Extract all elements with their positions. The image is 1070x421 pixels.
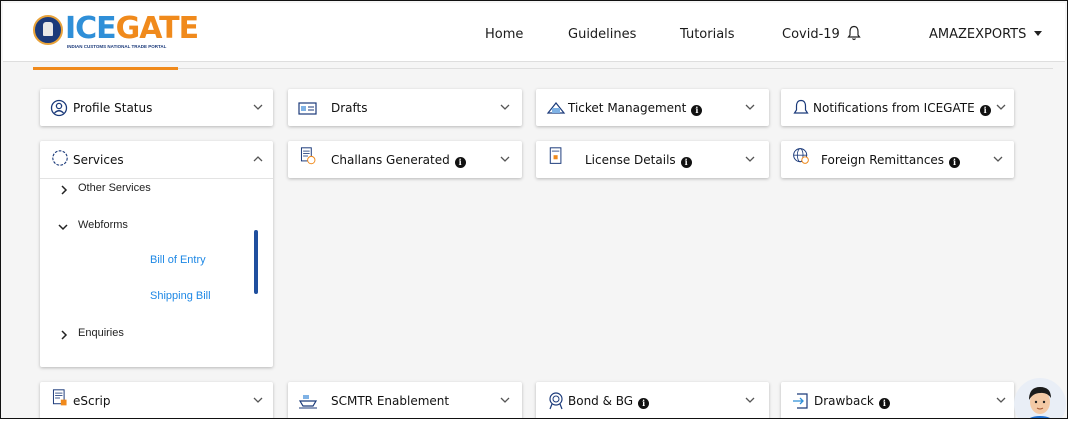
globe-icon (793, 148, 809, 164)
info-icon[interactable]: i (878, 398, 890, 409)
bell-icon (793, 99, 809, 114)
bell-icon[interactable] (847, 25, 861, 41)
account-name: AMAZEXPORTS (929, 27, 1027, 42)
seal-icon (549, 392, 563, 410)
card-notifications[interactable]: Notifications from ICEGATE i (781, 89, 1014, 126)
card-foreign-remittances[interactable]: Foreign Remittances i (781, 141, 1014, 178)
chevron-up-icon[interactable] (252, 153, 264, 165)
card-scmtr-enablement[interactable]: SCMTR Enablement (288, 382, 522, 418)
menu-other-services[interactable]: Other Services (78, 182, 151, 194)
chevron-down-icon[interactable] (744, 153, 756, 165)
services-icon (52, 150, 68, 166)
card-license-details[interactable]: License Details i (536, 141, 769, 178)
card-title: SCMTR Enablement (331, 394, 450, 408)
profile-icon (50, 99, 68, 117)
menu-webforms[interactable]: Webforms (78, 219, 128, 231)
link-bill-of-entry[interactable]: Bill of Entry (150, 254, 206, 266)
card-challans-generated[interactable]: Challans Generated i (288, 141, 522, 178)
card-title: Bond & BG i (568, 394, 650, 409)
info-icon[interactable]: i (979, 105, 991, 116)
info-icon[interactable]: i (691, 105, 703, 116)
info-icon[interactable]: i (680, 157, 692, 168)
card-bond-bg[interactable]: Bond & BG i (536, 382, 769, 418)
chevron-down-icon[interactable] (992, 153, 1004, 165)
info-icon[interactable]: i (638, 398, 650, 409)
card-title: Services (73, 153, 124, 167)
chevron-down-icon[interactable] (995, 101, 1007, 113)
chevron-down-icon[interactable] (499, 153, 511, 165)
chevron-right-icon[interactable] (59, 185, 69, 195)
chevron-right-icon[interactable] (59, 330, 69, 340)
card-title: Drawback i (814, 394, 890, 409)
caret-down-icon (1034, 31, 1043, 36)
escrip-icon (52, 389, 67, 406)
card-title: Notifications from ICEGATE i (813, 101, 991, 116)
nav-covid-19[interactable]: Covid-19 (782, 27, 840, 42)
info-icon[interactable]: i (949, 157, 961, 168)
card-title: License Details i (585, 153, 692, 168)
card-escrip[interactable]: eScrip (40, 382, 273, 418)
drafts-icon (298, 102, 317, 115)
card-title: Foreign Remittances i (821, 153, 961, 168)
card-profile-status[interactable]: Profile Status (40, 89, 273, 126)
scrollbar-thumb[interactable] (254, 230, 258, 294)
chevron-down-icon[interactable] (744, 101, 756, 113)
chevron-down-icon[interactable] (499, 101, 511, 113)
chevron-down-icon[interactable] (252, 394, 264, 406)
card-title: eScrip (73, 394, 111, 408)
chevron-down-icon[interactable] (58, 222, 68, 232)
icegate-logo[interactable]: ICEGATE INDIAN CUSTOMS NATIONAL TRADE PO… (33, 9, 203, 53)
chevron-down-icon[interactable] (744, 394, 756, 406)
top-navbar: ICEGATE INDIAN CUSTOMS NATIONAL TRADE PO… (3, 3, 1065, 62)
nav-tutorials[interactable]: Tutorials (680, 27, 735, 42)
drawback-icon (793, 393, 808, 409)
card-title: Drafts (331, 101, 368, 115)
assistant-face-icon (1029, 387, 1051, 418)
nav-guidelines[interactable]: Guidelines (568, 27, 636, 42)
card-drafts[interactable]: Drafts (288, 89, 522, 126)
account-menu[interactable]: AMAZEXPORTS (929, 27, 1043, 42)
ticket-icon (546, 102, 566, 114)
card-ticket-management[interactable]: Ticket Management i (536, 89, 769, 126)
card-title: Challans Generated i (331, 153, 466, 168)
link-shipping-bill[interactable]: Shipping Bill (150, 290, 211, 302)
card-services[interactable]: Services Other Services Webforms Bill of… (40, 141, 273, 367)
logo-wordmark: ICEGATE (65, 11, 199, 46)
challan-icon (300, 147, 316, 165)
card-drawback[interactable]: Drawback i (781, 382, 1014, 418)
menu-enquiries[interactable]: Enquiries (78, 327, 124, 339)
divider (178, 68, 1053, 69)
chatbot-avatar[interactable] (1014, 378, 1066, 418)
nav-home[interactable]: Home (485, 27, 523, 42)
active-tab-indicator (33, 67, 178, 70)
card-title: Profile Status (73, 101, 153, 115)
logo-tagline: INDIAN CUSTOMS NATIONAL TRADE PORTAL (67, 44, 167, 49)
card-title: Ticket Management i (568, 101, 703, 116)
info-icon[interactable]: i (454, 157, 466, 168)
chevron-down-icon[interactable] (995, 394, 1007, 406)
emblem-icon (33, 15, 63, 45)
ship-icon (298, 395, 318, 409)
chevron-down-icon[interactable] (252, 101, 264, 113)
chevron-down-icon[interactable] (499, 394, 511, 406)
divider (40, 178, 273, 179)
license-icon (549, 147, 562, 164)
app-frame: ICEGATE INDIAN CUSTOMS NATIONAL TRADE PO… (0, 0, 1068, 419)
